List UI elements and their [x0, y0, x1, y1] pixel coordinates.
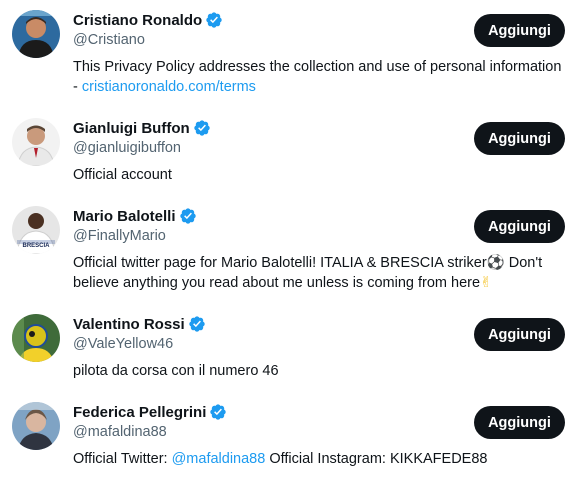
bio-text: Official Twitter:: [73, 451, 172, 467]
follow-button[interactable]: Aggiungi: [474, 122, 565, 155]
verified-badge-icon: [205, 11, 223, 29]
follow-button[interactable]: Aggiungi: [474, 210, 565, 243]
user-bio: pilota da corsa con il numero 46: [73, 363, 279, 379]
avatar[interactable]: [12, 118, 60, 166]
avatar-mario-balotelli-icon: BRESCIA: [12, 206, 60, 254]
avatar-valentino-rossi-icon: [12, 314, 60, 362]
user-bio: Official twitter page for Mario Balotell…: [73, 253, 568, 293]
soccer-ball-icon: ⚽: [486, 255, 505, 271]
user-bio: Official account: [73, 167, 172, 183]
who-to-follow-list: Cristiano Ronaldo @Cristiano This Privac…: [0, 0, 580, 486]
user-row-buffon[interactable]: Gianluigi Buffon @gianluigibuffon Offici…: [0, 108, 580, 196]
avatar-gianluigi-buffon-icon: [12, 118, 60, 166]
avatar[interactable]: [12, 402, 60, 450]
display-name[interactable]: Federica Pellegrini: [73, 404, 206, 421]
user-bio: Official Twitter: @mafaldina88 Official …: [73, 449, 568, 469]
verified-badge-icon: [188, 315, 206, 333]
avatar[interactable]: [12, 314, 60, 362]
victory-hand-icon: ✌: [480, 275, 493, 291]
display-name[interactable]: Gianluigi Buffon: [73, 120, 190, 137]
user-row-balotelli[interactable]: BRESCIA Mario Balotelli @FinallyMario Of…: [0, 196, 580, 304]
avatar[interactable]: BRESCIA: [12, 206, 60, 254]
bio-text: Official Instagram: KIKKAFEDE88: [265, 451, 488, 467]
avatar-federica-pellegrini-icon: [12, 402, 60, 450]
verified-badge-icon: [179, 207, 197, 225]
display-name[interactable]: Mario Balotelli: [73, 208, 176, 225]
user-row-rossi[interactable]: Valentino Rossi @ValeYellow46 pilota da …: [0, 304, 580, 392]
user-row-cristiano[interactable]: Cristiano Ronaldo @Cristiano This Privac…: [0, 0, 580, 100]
bio-text: Official twitter page for Mario Balotell…: [73, 255, 487, 271]
user-row-pellegrini[interactable]: Federica Pellegrini @mafaldina88 Officia…: [0, 392, 580, 486]
user-bio: This Privacy Policy addresses the collec…: [73, 57, 568, 97]
verified-badge-icon: [193, 119, 211, 137]
display-name[interactable]: Valentino Rossi: [73, 316, 185, 333]
bio-link[interactable]: cristianoronaldo.com/terms: [82, 79, 256, 95]
avatar[interactable]: [12, 10, 60, 58]
follow-button[interactable]: Aggiungi: [474, 14, 565, 47]
verified-badge-icon: [209, 403, 227, 421]
follow-button[interactable]: Aggiungi: [474, 318, 565, 351]
svg-text:BRESCIA: BRESCIA: [22, 243, 50, 249]
bio-mention-link[interactable]: @mafaldina88: [172, 451, 266, 467]
avatar-cristiano-ronaldo-icon: [12, 10, 60, 58]
display-name[interactable]: Cristiano Ronaldo: [73, 12, 202, 29]
follow-button[interactable]: Aggiungi: [474, 406, 565, 439]
